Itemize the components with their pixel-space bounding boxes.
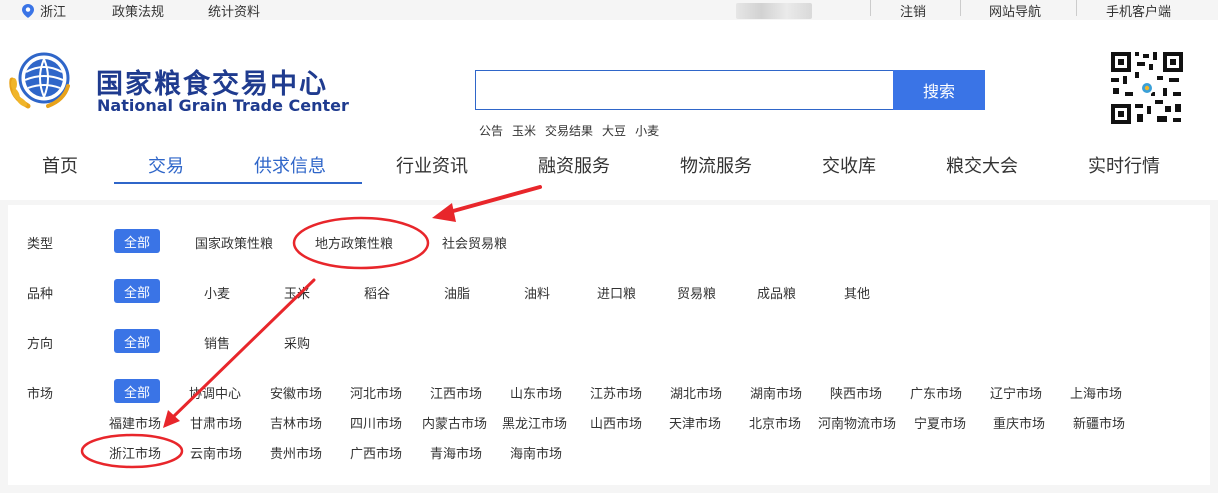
direction-option-sell[interactable]: 销售 xyxy=(204,333,230,352)
variety-option-finished[interactable]: 成品粮 xyxy=(757,283,796,302)
nav-realtime-quotes[interactable]: 实时行情 xyxy=(1088,152,1160,178)
direction-option-all[interactable]: 全部 xyxy=(114,329,161,353)
market-option-henan-logistics[interactable]: 河南物流市场 xyxy=(818,413,896,432)
nav-financing[interactable]: 融资服务 xyxy=(538,152,610,178)
statistics-link[interactable]: 统计资料 xyxy=(208,1,260,20)
nav-home[interactable]: 首页 xyxy=(42,152,78,178)
location-text: 浙江 xyxy=(40,5,67,20)
logo-title-en: National Grain Trade Center xyxy=(97,96,349,115)
market-option-hebei[interactable]: 河北市场 xyxy=(350,383,402,402)
grain-center-logo-icon[interactable] xyxy=(8,50,70,112)
page: 浙江 政策法规 统计资料 注销 网站导航 手机客户端 国家粮食交易中心 Nati… xyxy=(0,0,1218,493)
type-option-national[interactable]: 国家政策性粮 xyxy=(195,233,273,252)
market-option-tianjin[interactable]: 天津市场 xyxy=(669,413,721,432)
type-option-social[interactable]: 社会贸易粮 xyxy=(442,233,507,252)
divider xyxy=(870,0,871,16)
market-option-sichuan[interactable]: 四川市场 xyxy=(350,413,402,432)
market-option-xinjiang[interactable]: 新疆市场 xyxy=(1073,413,1125,432)
main-nav: 首页 交易 供求信息 行业资讯 融资服务 物流服务 交收库 粮交大会 实时行情 xyxy=(0,146,1218,186)
market-option-shaanxi[interactable]: 陕西市场 xyxy=(830,383,882,402)
variety-option-trade[interactable]: 贸易粮 xyxy=(677,283,716,302)
nav-grain-conference[interactable]: 粮交大会 xyxy=(946,152,1018,178)
direction-option-buy[interactable]: 采购 xyxy=(284,333,310,352)
market-option-guizhou[interactable]: 贵州市场 xyxy=(270,443,322,462)
market-option-shanxi[interactable]: 山西市场 xyxy=(590,413,642,432)
market-option-zhejiang[interactable]: 浙江市场 xyxy=(109,443,161,462)
market-option-gansu[interactable]: 甘肃市场 xyxy=(190,413,242,432)
market-option-jilin[interactable]: 吉林市场 xyxy=(270,413,322,432)
variety-option-corn[interactable]: 玉米 xyxy=(284,283,310,302)
variety-option-all[interactable]: 全部 xyxy=(114,279,161,303)
top-bar: 浙江 政策法规 统计资料 注销 网站导航 手机客户端 xyxy=(0,0,1218,20)
type-option-local[interactable]: 地方政策性粮 xyxy=(315,233,393,252)
variety-option-wheat[interactable]: 小麦 xyxy=(204,283,230,302)
variety-option-oil[interactable]: 油脂 xyxy=(444,283,470,302)
location-pin-icon xyxy=(22,3,34,18)
hot-keyword-wheat[interactable]: 小麦 xyxy=(635,122,659,139)
market-option-neimenggu[interactable]: 内蒙古市场 xyxy=(422,413,487,432)
market-option-coordination-center[interactable]: 协调中心 xyxy=(189,383,241,402)
qr-code-icon xyxy=(1107,48,1187,128)
search-input[interactable] xyxy=(475,70,893,110)
hot-keyword-trade-result[interactable]: 交易结果 xyxy=(545,122,593,139)
nav-logistics[interactable]: 物流服务 xyxy=(680,152,752,178)
nav-supply-demand[interactable]: 供求信息 xyxy=(254,152,326,178)
search-button[interactable]: 搜索 xyxy=(893,70,985,110)
username-blurred xyxy=(736,3,812,19)
nav-active-underline xyxy=(114,182,362,184)
site-header: 国家粮食交易中心 National Grain Trade Center 搜索 … xyxy=(0,20,1218,200)
market-option-qinghai[interactable]: 青海市场 xyxy=(430,443,482,462)
market-option-jiangsu[interactable]: 江苏市场 xyxy=(590,383,642,402)
location-selector[interactable]: 浙江 xyxy=(22,1,66,20)
market-option-hainan[interactable]: 海南市场 xyxy=(510,443,562,462)
hot-keyword-corn[interactable]: 玉米 xyxy=(512,122,536,139)
market-option-heilongjiang[interactable]: 黑龙江市场 xyxy=(502,413,567,432)
hot-keywords: 公告 玉米 交易结果 大豆 小麦 xyxy=(479,122,659,139)
divider xyxy=(960,0,961,16)
filter-label-variety: 品种 xyxy=(27,287,54,302)
market-option-shanghai[interactable]: 上海市场 xyxy=(1070,383,1122,402)
divider xyxy=(1076,0,1077,16)
market-option-ningxia[interactable]: 宁夏市场 xyxy=(914,413,966,432)
market-option-chongqing[interactable]: 重庆市场 xyxy=(993,413,1045,432)
mobile-client-link[interactable]: 手机客户端 xyxy=(1106,1,1171,20)
nav-delivery-warehouse[interactable]: 交收库 xyxy=(822,152,876,178)
market-option-yunnan[interactable]: 云南市场 xyxy=(190,443,242,462)
market-option-anhui[interactable]: 安徽市场 xyxy=(270,383,322,402)
market-option-beijing[interactable]: 北京市场 xyxy=(749,413,801,432)
filter-label-direction: 方向 xyxy=(27,337,54,352)
market-option-shandong[interactable]: 山东市场 xyxy=(510,383,562,402)
policy-link[interactable]: 政策法规 xyxy=(112,1,164,20)
hot-keyword-soybean[interactable]: 大豆 xyxy=(602,122,626,139)
logout-link[interactable]: 注销 xyxy=(900,1,926,20)
filter-label-type: 类型 xyxy=(27,237,54,252)
market-option-fujian[interactable]: 福建市场 xyxy=(109,413,161,432)
market-option-jiangxi[interactable]: 江西市场 xyxy=(430,383,482,402)
market-option-guangxi[interactable]: 广西市场 xyxy=(350,443,402,462)
market-option-guangdong[interactable]: 广东市场 xyxy=(910,383,962,402)
hot-keyword-notice[interactable]: 公告 xyxy=(479,122,503,139)
variety-option-other[interactable]: 其他 xyxy=(844,283,870,302)
nav-trade[interactable]: 交易 xyxy=(148,152,184,178)
filter-label-market: 市场 xyxy=(27,387,54,402)
market-option-hubei[interactable]: 湖北市场 xyxy=(670,383,722,402)
site-nav-link[interactable]: 网站导航 xyxy=(989,1,1041,20)
filter-panel: 类型 全部 国家政策性粮 地方政策性粮 社会贸易粮 品种 全部 小麦 玉米 稻谷… xyxy=(8,205,1210,485)
variety-option-oilseed[interactable]: 油料 xyxy=(524,283,550,302)
market-option-all[interactable]: 全部 xyxy=(114,379,161,403)
variety-option-rice[interactable]: 稻谷 xyxy=(364,283,390,302)
nav-industry-news[interactable]: 行业资讯 xyxy=(396,152,468,178)
market-option-hunan[interactable]: 湖南市场 xyxy=(750,383,802,402)
market-option-liaoning[interactable]: 辽宁市场 xyxy=(990,383,1042,402)
type-option-all[interactable]: 全部 xyxy=(114,229,161,253)
variety-option-import[interactable]: 进口粮 xyxy=(597,283,636,302)
